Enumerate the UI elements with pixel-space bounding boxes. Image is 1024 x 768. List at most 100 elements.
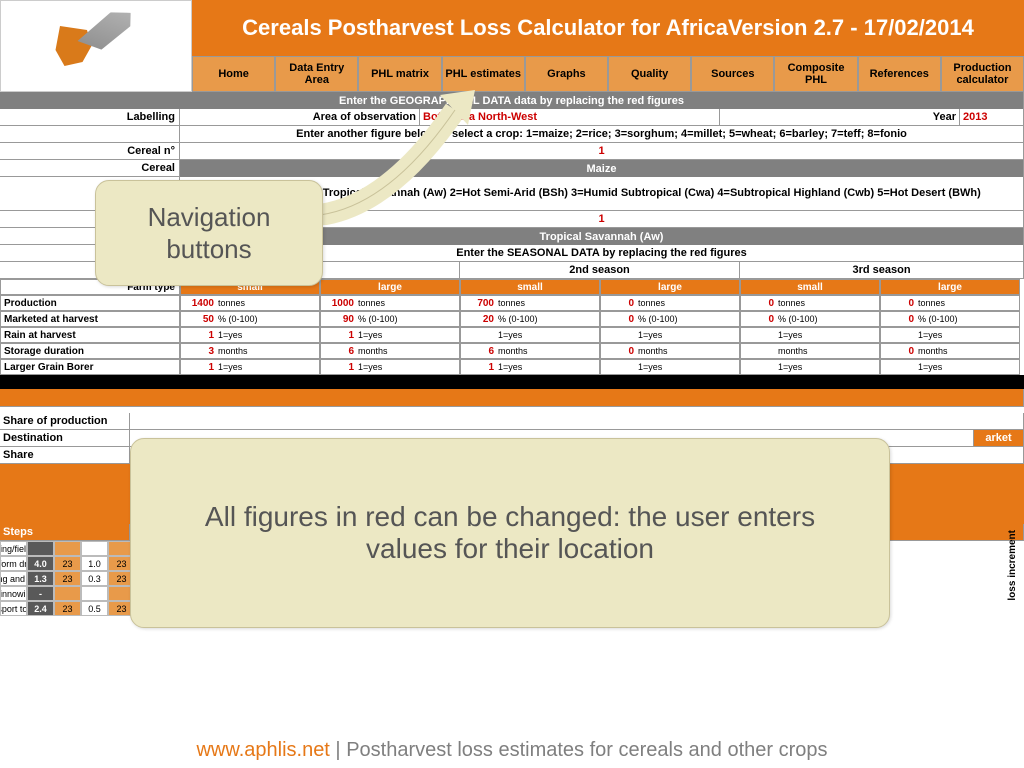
seasonal-cell[interactable]: 11=yes bbox=[320, 359, 460, 375]
seasonal-cell[interactable]: 50% (0-100) bbox=[180, 311, 320, 327]
step-cell: 23 bbox=[54, 556, 81, 571]
seasonal-cell[interactable]: 11=yes bbox=[180, 359, 320, 375]
steps-heading: Steps bbox=[0, 524, 130, 540]
size-large-2: large bbox=[600, 279, 740, 295]
year-label: Year bbox=[720, 109, 960, 125]
seasonal-cell[interactable]: 6months bbox=[460, 343, 600, 359]
step-cell bbox=[54, 586, 81, 601]
step-cell: 1.3 bbox=[27, 571, 54, 586]
labelling-label: Labelling bbox=[0, 109, 180, 125]
seasonal-cell[interactable]: 0% (0-100) bbox=[740, 311, 880, 327]
row-label: Storage duration bbox=[0, 343, 180, 359]
step-label: Transport to farm bbox=[0, 601, 27, 616]
seasonal-cell[interactable]: 1000tonnes bbox=[320, 295, 460, 311]
step-cell: - bbox=[27, 586, 54, 601]
seasonal-cell[interactable]: 1=yes bbox=[460, 327, 600, 343]
step-label: Harvesting/field drying bbox=[0, 541, 27, 556]
calc-title-band bbox=[0, 389, 1024, 406]
size-large-3: large bbox=[880, 279, 1020, 295]
seasonal-cell[interactable]: 6months bbox=[320, 343, 460, 359]
seasonal-cell[interactable]: 700tonnes bbox=[460, 295, 600, 311]
step-cell: 2.4 bbox=[27, 601, 54, 616]
market-label: arket bbox=[974, 430, 1024, 446]
row-label: Rain at harvest bbox=[0, 327, 180, 343]
nav-production-calc[interactable]: Production calculator bbox=[941, 56, 1024, 92]
area-label: Area of observation bbox=[180, 109, 420, 125]
callout-nav-text: Navigation buttons bbox=[148, 202, 271, 264]
size-small-2: small bbox=[460, 279, 600, 295]
seasonal-cell[interactable]: 0tonnes bbox=[600, 295, 740, 311]
area-value[interactable]: Botswana North-West bbox=[420, 109, 720, 125]
step-cell: 0.3 bbox=[81, 571, 108, 586]
footer: www.aphlis.net | Postharvest loss estima… bbox=[0, 738, 1024, 762]
share-heading: Share of production bbox=[0, 413, 130, 429]
step-cell: 1.0 bbox=[81, 556, 108, 571]
step-label: Platform drying bbox=[0, 556, 27, 571]
nav-phl-estimates[interactable]: PHL estimates bbox=[442, 56, 525, 92]
step-cell: 4.0 bbox=[27, 556, 54, 571]
year-value[interactable]: 2013 bbox=[960, 109, 1024, 125]
season3-header: 3rd season bbox=[740, 262, 1024, 278]
callout-red-figures: All figures in red can be changed: the u… bbox=[130, 438, 890, 628]
nav-phl-matrix[interactable]: PHL matrix bbox=[358, 56, 441, 92]
seasonal-cell[interactable]: months bbox=[740, 343, 880, 359]
step-label: Threshing and Shelling bbox=[0, 571, 27, 586]
geo-instruction: Enter the GEOGRAPHICAL DATA data by repl… bbox=[0, 92, 1024, 109]
nav-references[interactable]: References bbox=[858, 56, 941, 92]
divider-band bbox=[0, 375, 1024, 389]
size-large-1: large bbox=[320, 279, 460, 295]
seasonal-cell[interactable]: 0% (0-100) bbox=[600, 311, 740, 327]
logo-box bbox=[0, 0, 192, 92]
seasonal-cell[interactable]: 0months bbox=[880, 343, 1020, 359]
seasonal-cell[interactable]: 3months bbox=[180, 343, 320, 359]
seasonal-cell[interactable]: 0months bbox=[600, 343, 740, 359]
cereal-name: Maize bbox=[180, 160, 1024, 177]
step-cell: 23 bbox=[54, 571, 81, 586]
nav-composite[interactable]: Composite PHL bbox=[774, 56, 857, 92]
seasonal-cell[interactable]: 11=yes bbox=[460, 359, 600, 375]
size-small-3: small bbox=[740, 279, 880, 295]
seasonal-cell[interactable]: 1=yes bbox=[740, 327, 880, 343]
seasonal-cell[interactable]: 20% (0-100) bbox=[460, 311, 600, 327]
nav-sources[interactable]: Sources bbox=[691, 56, 774, 92]
cereal-no-label: Cereal n° bbox=[0, 143, 180, 159]
step-cell: 23 bbox=[54, 601, 81, 616]
seasonal-cell[interactable]: 11=yes bbox=[180, 327, 320, 343]
loss-increment-label: loss increment bbox=[1007, 530, 1018, 601]
footer-text: Postharvest loss estimates for cereals a… bbox=[346, 739, 827, 761]
seasonal-cell[interactable]: 1=yes bbox=[600, 359, 740, 375]
nav-data-entry[interactable]: Data Entry Area bbox=[275, 56, 358, 92]
seasonal-cell[interactable]: 1400tonnes bbox=[180, 295, 320, 311]
step-cell bbox=[54, 541, 81, 556]
row-label: Marketed at harvest bbox=[0, 311, 180, 327]
nav-quality[interactable]: Quality bbox=[608, 56, 691, 92]
step-label: Winnowing bbox=[0, 586, 27, 601]
season2-header: 2nd season bbox=[460, 262, 740, 278]
destination-label: Destination bbox=[0, 430, 130, 446]
seasonal-cell[interactable]: 0% (0-100) bbox=[880, 311, 1020, 327]
nav-home[interactable]: Home bbox=[192, 56, 275, 92]
footer-url[interactable]: www.aphlis.net bbox=[196, 739, 329, 761]
cereal-no-value[interactable]: 1 bbox=[180, 143, 1024, 159]
step-cell bbox=[81, 586, 108, 601]
seasonal-cell[interactable]: 0tonnes bbox=[740, 295, 880, 311]
row-label: Larger Grain Borer bbox=[0, 359, 180, 375]
nav-graphs[interactable]: Graphs bbox=[525, 56, 608, 92]
seasonal-cell[interactable]: 90% (0-100) bbox=[320, 311, 460, 327]
seasonal-cell[interactable]: 11=yes bbox=[320, 327, 460, 343]
cereal-label: Cereal bbox=[0, 160, 180, 176]
nav-bar: Home Data Entry Area PHL matrix PHL esti… bbox=[192, 56, 1024, 92]
seasonal-cell[interactable]: 1=yes bbox=[600, 327, 740, 343]
aphlis-logo bbox=[41, 11, 151, 81]
step-cell bbox=[27, 541, 54, 556]
row-label: Production bbox=[0, 295, 180, 311]
callout-navigation: Navigation buttons bbox=[95, 180, 323, 286]
app-title: Cereals Postharvest Loss Calculator for … bbox=[192, 0, 1024, 56]
footer-sep: | bbox=[330, 739, 346, 761]
seasonal-cell[interactable]: 1=yes bbox=[880, 359, 1020, 375]
seasonal-cell[interactable]: 1=yes bbox=[740, 359, 880, 375]
callout-red-text: All figures in red can be changed: the u… bbox=[161, 501, 859, 565]
seasonal-cell[interactable]: 0tonnes bbox=[880, 295, 1020, 311]
seasonal-cell[interactable]: 1=yes bbox=[880, 327, 1020, 343]
share-label: Share bbox=[0, 447, 130, 463]
